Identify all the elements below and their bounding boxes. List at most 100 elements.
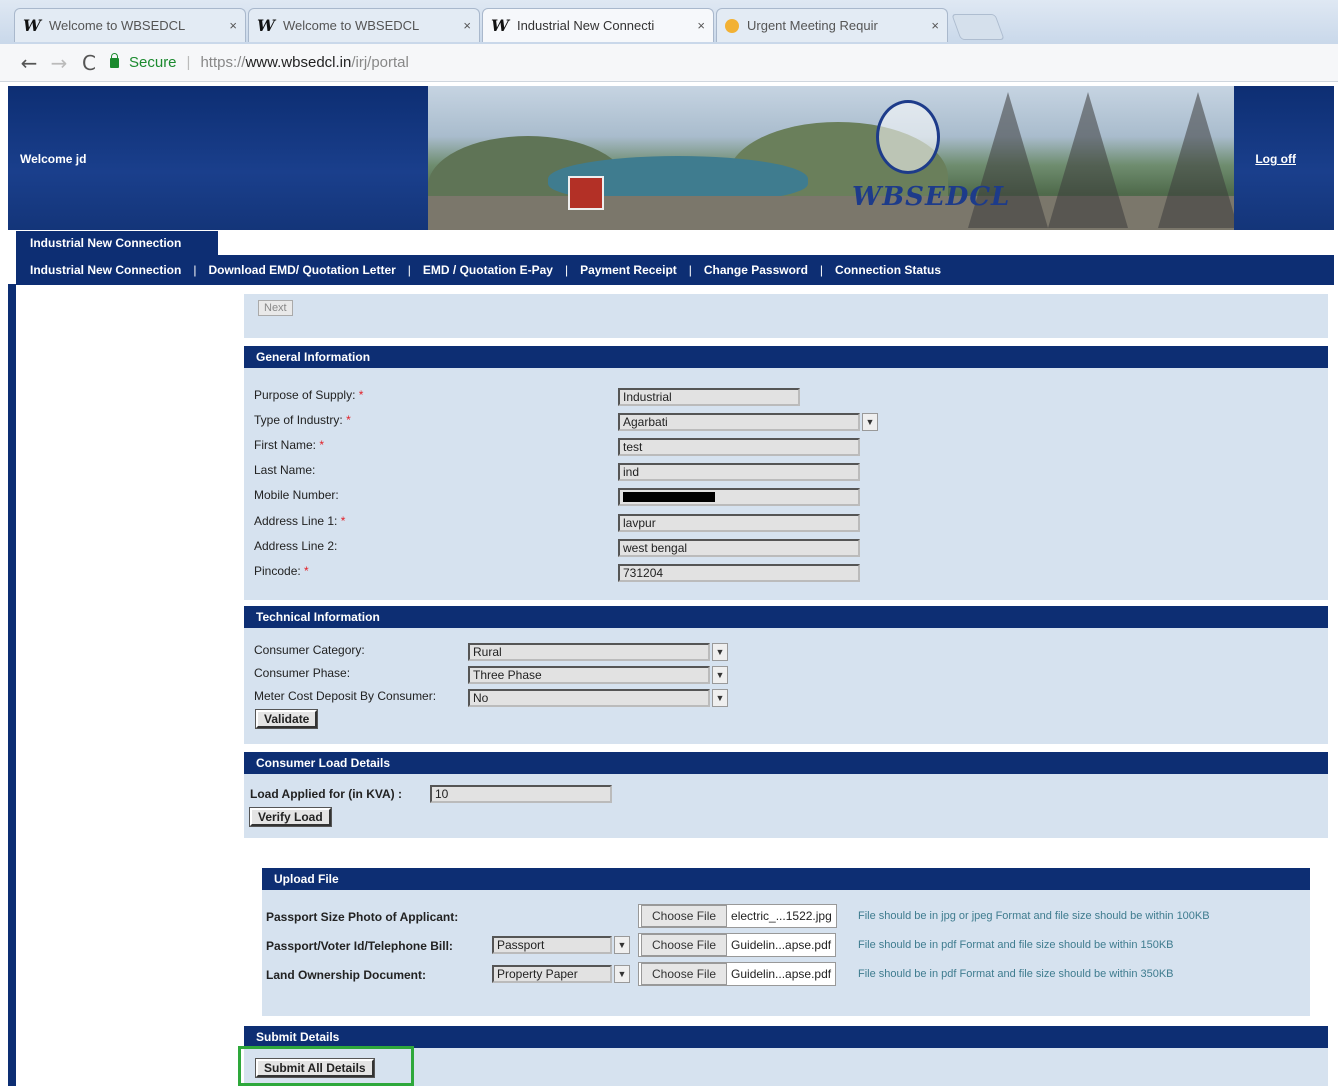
- active-section-tab[interactable]: Industrial New Connection: [16, 231, 218, 255]
- field-label: Purpose of Supply:: [254, 388, 356, 402]
- file-name: Guidelin...apse.pdf: [731, 967, 832, 981]
- mobile-number-field[interactable]: [618, 488, 860, 506]
- tab-title: Welcome to WBSEDCL: [282, 18, 420, 33]
- upload-file-panel: Upload File Passport Size Photo of Appli…: [262, 868, 1310, 1016]
- load-applied-label: Load Applied for (in KVA) :: [250, 787, 402, 801]
- type-of-industry-select[interactable]: Agarbati: [618, 413, 860, 431]
- address1-row: Address Line 1: *: [254, 514, 345, 528]
- choose-file-button[interactable]: Choose File: [641, 905, 728, 927]
- next-button[interactable]: Next: [258, 300, 293, 316]
- mobile-row: Mobile Number:: [254, 488, 339, 502]
- menu-emd-epay[interactable]: EMD / Quotation E-Pay: [423, 263, 553, 277]
- file-note: File should be in pdf Format and file si…: [858, 968, 1174, 980]
- field-label: First Name:: [254, 438, 317, 452]
- id-proof-file-input[interactable]: Choose File Guidelin...apse.pdf: [638, 933, 837, 957]
- photo-label: Passport Size Photo of Applicant:: [266, 910, 459, 924]
- first-name-field[interactable]: test: [618, 438, 860, 456]
- land-document-file-input[interactable]: Choose File Guidelin...apse.pdf: [638, 962, 837, 986]
- chevron-down-icon[interactable]: ▼: [712, 643, 728, 661]
- technical-information-panel: Technical Information Consumer Category:…: [244, 606, 1328, 744]
- id-proof-type-select[interactable]: Passport: [492, 936, 612, 954]
- main-menu: Industrial New Connection | Download EMD…: [16, 255, 1334, 285]
- wbsedcl-favicon-icon: W: [23, 16, 41, 35]
- browser-tab[interactable]: Urgent Meeting Requir ×: [716, 8, 948, 42]
- required-mark: *: [304, 564, 309, 578]
- menu-download-emd-letter[interactable]: Download EMD/ Quotation Letter: [208, 263, 395, 277]
- consumer-category-label: Consumer Category:: [254, 643, 365, 657]
- required-mark: *: [319, 438, 325, 452]
- close-icon[interactable]: ×: [463, 18, 471, 33]
- menu-industrial-new-connection[interactable]: Industrial New Connection: [30, 263, 181, 277]
- general-information-panel: General Information Purpose of Supply: *…: [244, 346, 1328, 600]
- load-applied-field[interactable]: 10: [430, 785, 612, 803]
- consumer-category-select[interactable]: Rural: [468, 643, 710, 661]
- close-icon[interactable]: ×: [697, 18, 705, 33]
- menu-change-password[interactable]: Change Password: [704, 263, 808, 277]
- logoff-link[interactable]: Log off: [1255, 152, 1296, 166]
- field-label: Pincode:: [254, 564, 301, 578]
- meter-cost-deposit-select[interactable]: No: [468, 689, 710, 707]
- purpose-row: Purpose of Supply: *: [254, 388, 363, 402]
- file-name: Guidelin...apse.pdf: [731, 938, 832, 952]
- redaction-bar: [623, 492, 715, 502]
- section-header: Technical Information: [244, 606, 1328, 628]
- photo-file-input[interactable]: Choose File electric_...1522.jpg: [638, 904, 837, 928]
- pincode-field[interactable]: 731204: [618, 564, 860, 582]
- power-tower-shape: [1158, 92, 1234, 228]
- wbsedcl-logo: WBSEDCL: [852, 182, 1011, 212]
- wbsedcl-favicon-icon: W: [491, 16, 509, 35]
- url-field[interactable]: Secure | https://www.wbsedcl.in/irj/port…: [110, 52, 409, 71]
- last-name-field[interactable]: ind: [618, 463, 860, 481]
- menu-payment-receipt[interactable]: Payment Receipt: [580, 263, 677, 277]
- file-note: File should be in pdf Format and file si…: [858, 939, 1174, 951]
- reload-icon[interactable]: C: [74, 51, 104, 75]
- address-line-2-field[interactable]: west bengal: [618, 539, 860, 557]
- menu-connection-status[interactable]: Connection Status: [835, 263, 941, 277]
- purpose-of-supply-field[interactable]: Industrial: [618, 388, 800, 406]
- menu-separator: |: [564, 263, 569, 277]
- consumer-phase-select[interactable]: Three Phase: [468, 666, 710, 684]
- pincode-row: Pincode: *: [254, 564, 309, 578]
- banner-image: WBSEDCL: [428, 86, 1234, 230]
- address-line-1-field[interactable]: lavpur: [618, 514, 860, 532]
- menu-separator: |: [193, 263, 197, 277]
- wbsedcl-seal-icon: [876, 100, 940, 174]
- tab-title: Urgent Meeting Requir: [747, 18, 878, 33]
- chevron-down-icon[interactable]: ▼: [712, 689, 728, 707]
- header-banner: Welcome jd WBSEDCL Log off: [8, 86, 1334, 230]
- browser-tab[interactable]: W Welcome to WBSEDCL ×: [14, 8, 246, 42]
- back-arrow-icon[interactable]: ←: [14, 51, 44, 75]
- chevron-down-icon[interactable]: ▼: [614, 965, 630, 983]
- section-header: Upload File: [262, 868, 1310, 890]
- chevron-down-icon[interactable]: ▼: [862, 413, 878, 431]
- land-document-type-select[interactable]: Property Paper: [492, 965, 612, 983]
- verify-load-button[interactable]: Verify Load: [249, 807, 332, 827]
- secure-label: Secure: [129, 54, 177, 71]
- new-tab-button[interactable]: [951, 14, 1005, 40]
- field-label: Last Name:: [254, 463, 316, 477]
- address-bar: ← → C Secure | https://www.wbsedcl.in/ir…: [0, 44, 1338, 82]
- consumer-load-panel: Consumer Load Details Load Applied for (…: [244, 752, 1328, 838]
- forward-arrow-icon[interactable]: →: [44, 51, 74, 75]
- file-note: File should be in jpg or jpeg Format and…: [858, 910, 1210, 922]
- chevron-down-icon[interactable]: ▼: [712, 666, 728, 684]
- url-separator: |: [186, 54, 191, 71]
- navigation-strip: Next: [244, 294, 1328, 338]
- field-label: Address Line 1:: [254, 514, 338, 528]
- chevron-down-icon[interactable]: ▼: [614, 936, 630, 954]
- close-icon[interactable]: ×: [931, 18, 939, 33]
- choose-file-button[interactable]: Choose File: [641, 963, 728, 985]
- browser-tab-active[interactable]: W Industrial New Connecti ×: [482, 8, 714, 42]
- substation-hut-shape: [568, 176, 604, 210]
- meter-cost-label: Meter Cost Deposit By Consumer:: [254, 689, 437, 703]
- id-proof-label: Passport/Voter Id/Telephone Bill:: [266, 939, 453, 953]
- first-name-row: First Name: *: [254, 438, 324, 452]
- required-mark: *: [358, 388, 364, 402]
- browser-tab[interactable]: W Welcome to WBSEDCL ×: [248, 8, 480, 42]
- required-mark: *: [340, 514, 346, 528]
- choose-file-button[interactable]: Choose File: [641, 934, 728, 956]
- left-accent-bar: [8, 284, 16, 1086]
- section-header: Submit Details: [244, 1026, 1328, 1048]
- close-icon[interactable]: ×: [229, 18, 237, 33]
- validate-button[interactable]: Validate: [254, 709, 319, 729]
